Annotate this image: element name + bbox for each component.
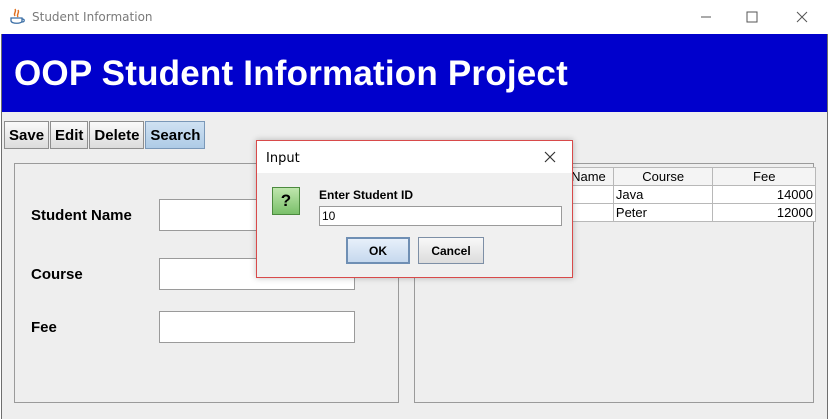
question-icon: ?: [272, 187, 300, 215]
table-header-row: Name Course Fee: [563, 167, 816, 186]
minimize-icon: [701, 16, 711, 18]
java-app-icon: [10, 8, 25, 24]
maximize-button[interactable]: [729, 0, 775, 34]
edit-button[interactable]: Edit: [50, 121, 89, 149]
window-titlebar: Student Information: [0, 0, 829, 34]
dialog-prompt: Enter Student ID: [319, 188, 414, 202]
dialog-close-button[interactable]: [540, 148, 560, 166]
cancel-button[interactable]: Cancel: [418, 237, 484, 264]
student-table[interactable]: Name Course Fee Java 14000 Peter 12000: [563, 167, 816, 222]
close-button[interactable]: [779, 0, 825, 34]
column-header-fee[interactable]: Fee: [712, 167, 816, 186]
close-icon: [796, 11, 808, 23]
toolbar: Save Edit Delete Search: [4, 121, 206, 149]
dialog-title: Input: [266, 151, 300, 166]
banner-title: OOP Student Information Project: [14, 54, 568, 93]
input-dialog: Input ? Enter Student ID 10 OK Cancel: [256, 140, 573, 278]
delete-button[interactable]: Delete: [89, 121, 145, 149]
table-row[interactable]: Java 14000: [563, 185, 816, 204]
table-cell-course[interactable]: Java: [612, 185, 714, 204]
course-label: Course: [31, 266, 83, 283]
maximize-icon: [746, 11, 758, 23]
banner: OOP Student Information Project: [2, 34, 827, 112]
table-cell-fee[interactable]: 12000: [712, 203, 816, 222]
minimize-button[interactable]: [683, 0, 729, 34]
table-cell-fee[interactable]: 14000: [712, 185, 816, 204]
close-icon: [544, 151, 556, 163]
fee-label: Fee: [31, 319, 57, 336]
student-id-input[interactable]: 10: [319, 206, 562, 226]
window-title: Student Information: [32, 10, 153, 24]
dialog-titlebar: Input: [257, 141, 572, 173]
student-name-label: Student Name: [31, 207, 132, 224]
search-button[interactable]: Search: [145, 121, 206, 149]
fee-field[interactable]: [159, 311, 355, 343]
save-button[interactable]: Save: [4, 121, 50, 149]
ok-button[interactable]: OK: [346, 237, 410, 264]
table-row[interactable]: Peter 12000: [563, 203, 816, 222]
table-cell-course[interactable]: Peter: [612, 203, 714, 222]
column-header-course[interactable]: Course: [612, 167, 714, 186]
